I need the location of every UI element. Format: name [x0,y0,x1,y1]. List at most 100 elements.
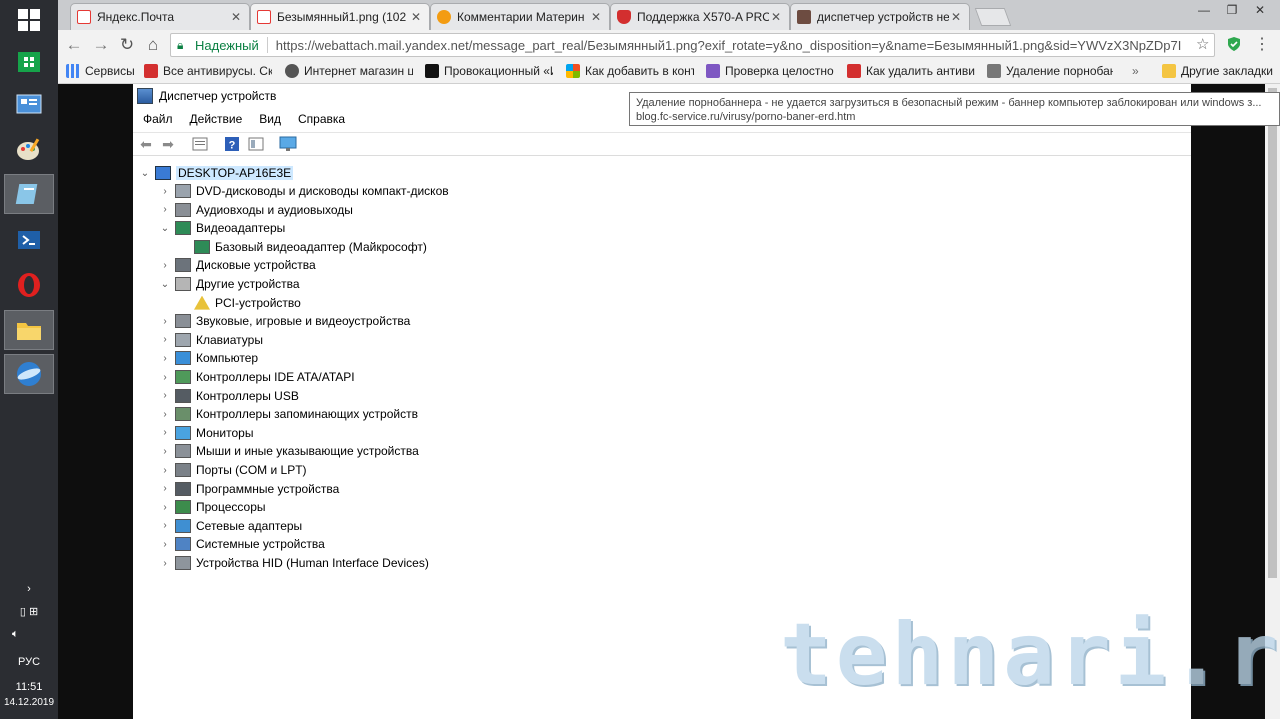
expand-icon[interactable]: › [159,204,171,215]
bookmark-item[interactable]: Проверка целостнос [706,63,834,79]
bookmark-item[interactable]: Все антивирусы. Ска [144,63,272,79]
taskbar-opera[interactable] [4,265,54,305]
taskbar-app[interactable] [4,174,54,214]
url-text[interactable]: https://webattach.mail.yandex.net/messag… [276,38,1182,53]
bookmark-item[interactable]: Как добавить в конте [566,63,694,79]
taskbar-powershell[interactable] [4,220,54,260]
forward-button[interactable]: → [91,35,111,55]
home-button[interactable]: ⌂ [143,35,163,55]
tree-item[interactable]: ⌄ Другие устройства [159,275,300,293]
menu-help[interactable]: Справка [291,110,352,130]
address-bar[interactable]: 🔒︎ Надежный https://webattach.mail.yande… [170,33,1215,57]
bookmark-item[interactable]: Интернет магазин ц [285,63,413,79]
tree-item[interactable]: › Контроллеры IDE ATA/ATAPI [159,368,355,386]
menu-file[interactable]: Файл [136,110,180,130]
tree-item[interactable]: › Мыши и иные указывающие устройства [159,442,419,460]
chevron-right-icon[interactable]: › [0,583,58,595]
taskbar-paint[interactable] [4,130,54,170]
collapse-icon[interactable]: ⌄ [139,168,151,179]
bookmark-item[interactable]: Как удалить антивир [847,63,975,79]
language-indicator[interactable]: РУС [0,656,58,668]
expand-icon[interactable]: › [159,353,171,364]
expand-icon[interactable]: › [159,483,171,494]
clock-time[interactable]: 11:51 [0,681,58,693]
clock-date[interactable]: 14.12.2019 [0,697,58,708]
help-icon[interactable]: ? [223,135,241,153]
back-button[interactable]: ← [64,35,84,55]
bookmark-star-icon[interactable]: ☆ [1196,35,1209,53]
expand-icon[interactable]: › [159,186,171,197]
close-window-button[interactable]: ✕ [1246,0,1274,20]
tree-item[interactable]: › Программные устройства [159,480,339,498]
maximize-button[interactable]: ❐ [1218,0,1246,20]
tree-item[interactable]: Базовый видеоадаптер (Майкрософт) [178,238,427,256]
tree-item[interactable]: › Звуковые, игровые и видеоустройства [159,312,410,330]
taskbar-store[interactable] [4,40,54,80]
close-icon[interactable]: ✕ [949,10,963,24]
tree-item[interactable]: › Мониторы [159,424,253,442]
expand-icon[interactable]: › [159,502,171,513]
bookmark-item[interactable]: Провокационный «И [425,63,553,79]
bookmark-item[interactable]: Удаление порнобан [987,63,1113,79]
tree-item[interactable]: › Процессоры [159,498,266,516]
other-bookmarks[interactable]: Другие закладки [1162,63,1273,79]
tree-item[interactable]: › DVD-дисководы и дисководы компакт-диско… [159,182,449,200]
expand-icon[interactable]: › [159,539,171,550]
new-tab-button[interactable] [974,8,1012,26]
tree-item[interactable]: › Контроллеры USB [159,387,299,405]
tree-item[interactable]: ⌄ Видеоадаптеры [159,219,285,237]
close-icon[interactable]: ✕ [229,10,243,24]
back-arrow-icon[interactable]: ⬅ [137,135,155,153]
scrollbar-thumb[interactable] [1268,88,1277,578]
view-icon[interactable] [247,135,265,153]
volume-icon[interactable]: 🔈︎ [0,628,58,641]
tree-item[interactable]: › Порты (COM и LPT) [159,461,307,479]
taskbar-explorer[interactable] [4,310,54,350]
adblock-shield-icon[interactable] [1226,36,1242,52]
tree-item[interactable]: › Компьютер [159,349,258,367]
tray-icons[interactable]: ▯ ⊞ [0,605,58,618]
tree-item[interactable]: › Контроллеры запоминающих устройств [159,405,418,423]
tree-root[interactable]: ⌄ DESKTOP-AP16E3E [139,164,294,182]
collapse-icon[interactable]: ⌄ [159,279,171,290]
expand-icon[interactable]: › [159,316,171,327]
tree-item[interactable]: › Клавиатуры [159,331,263,349]
close-icon[interactable]: ✕ [589,10,603,24]
expand-icon[interactable]: › [159,520,171,531]
lock-icon[interactable]: 🔒︎ [177,38,193,53]
tab-image[interactable]: Безымянный1.png (102 ✕ [250,3,430,30]
tree-item[interactable]: PCI-устройство [178,294,301,312]
close-icon[interactable]: ✕ [769,10,783,24]
expand-icon[interactable]: › [159,334,171,345]
expand-icon[interactable]: › [159,409,171,420]
expand-icon[interactable]: › [159,390,171,401]
scan-hardware-icon[interactable] [279,135,297,153]
collapse-icon[interactable]: ⌄ [159,223,171,234]
taskbar-control-panel[interactable] [4,86,54,126]
expand-icon[interactable]: › [159,465,171,476]
bookmark-services[interactable]: Сервисы [66,63,136,79]
tab-yandex-mail[interactable]: Яндекс.Почта ✕ [70,3,250,30]
forward-arrow-icon[interactable]: ➡ [159,135,177,153]
tab-device-manager[interactable]: диспетчер устройств не ✕ [790,3,970,30]
tree-item[interactable]: › Аудиовходы и аудиовыходы [159,201,353,219]
expand-icon[interactable]: › [159,427,171,438]
minimize-button[interactable]: — [1190,0,1218,20]
close-icon[interactable]: ✕ [409,10,423,24]
tree-item[interactable]: › Системные устройства [159,535,325,553]
menu-action[interactable]: Действие [183,110,250,130]
expand-icon[interactable]: › [159,372,171,383]
tree-item[interactable]: › Сетевые адаптеры [159,517,302,535]
menu-view[interactable]: Вид [252,110,288,130]
bookmarks-overflow-button[interactable]: » [1132,63,1139,79]
expand-icon[interactable]: › [159,260,171,271]
tab-comments[interactable]: Комментарии Материн ✕ [430,3,610,30]
taskbar-browser[interactable] [4,354,54,394]
start-button[interactable] [4,0,54,40]
menu-icon[interactable]: ⋮ [1254,34,1270,54]
tree-item[interactable]: › Устройства HID (Human Interface Devices… [159,554,429,572]
tree-item[interactable]: › Дисковые устройства [159,256,316,274]
tab-support[interactable]: Поддержка X570-A PRO ✕ [610,3,790,30]
properties-icon[interactable] [191,135,209,153]
reload-button[interactable]: ↻ [117,35,137,55]
